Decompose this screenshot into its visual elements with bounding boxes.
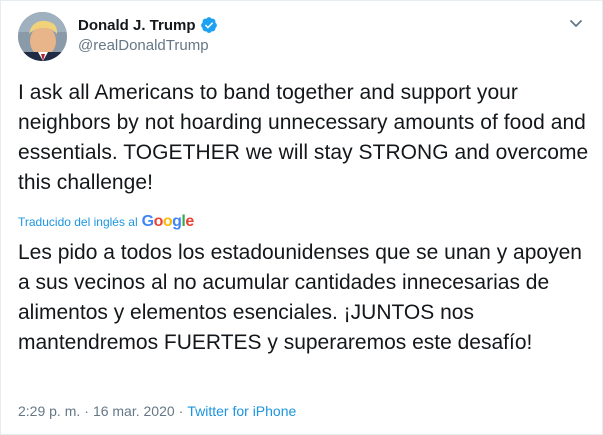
translation-label[interactable]: Traducido del inglés al [18,215,138,229]
translation-attribution[interactable]: Traducido del inglés al Google [18,213,194,231]
tweet-time[interactable]: 2:29 p. m. [18,403,80,419]
tweet-text: I ask all Americans to band together and… [18,81,589,194]
author-name[interactable]: Donald J. Trump [78,17,196,34]
meta-separator: · [84,403,89,419]
translation-text: Les pido a todos los estadounidenses que… [18,241,582,354]
meta-separator: · [178,403,184,419]
author-handle[interactable]: @realDonaldTrump [78,37,209,54]
tweet-date[interactable]: 16 mar. 2020 [93,403,175,419]
tweet-meta: 2:29 p. m. · 16 mar. 2020 · Twitter for … [18,403,296,419]
chevron-down-icon[interactable] [569,19,583,29]
google-logo: Google [141,213,195,230]
avatar[interactable] [18,12,67,61]
author-name-row[interactable]: Donald J. Trump [78,16,218,34]
tweet-card: Donald J. Trump @realDonaldTrump I ask a… [0,0,603,435]
tweet-source-link[interactable]: Twitter for iPhone [187,403,296,419]
verified-badge-icon [200,17,217,33]
